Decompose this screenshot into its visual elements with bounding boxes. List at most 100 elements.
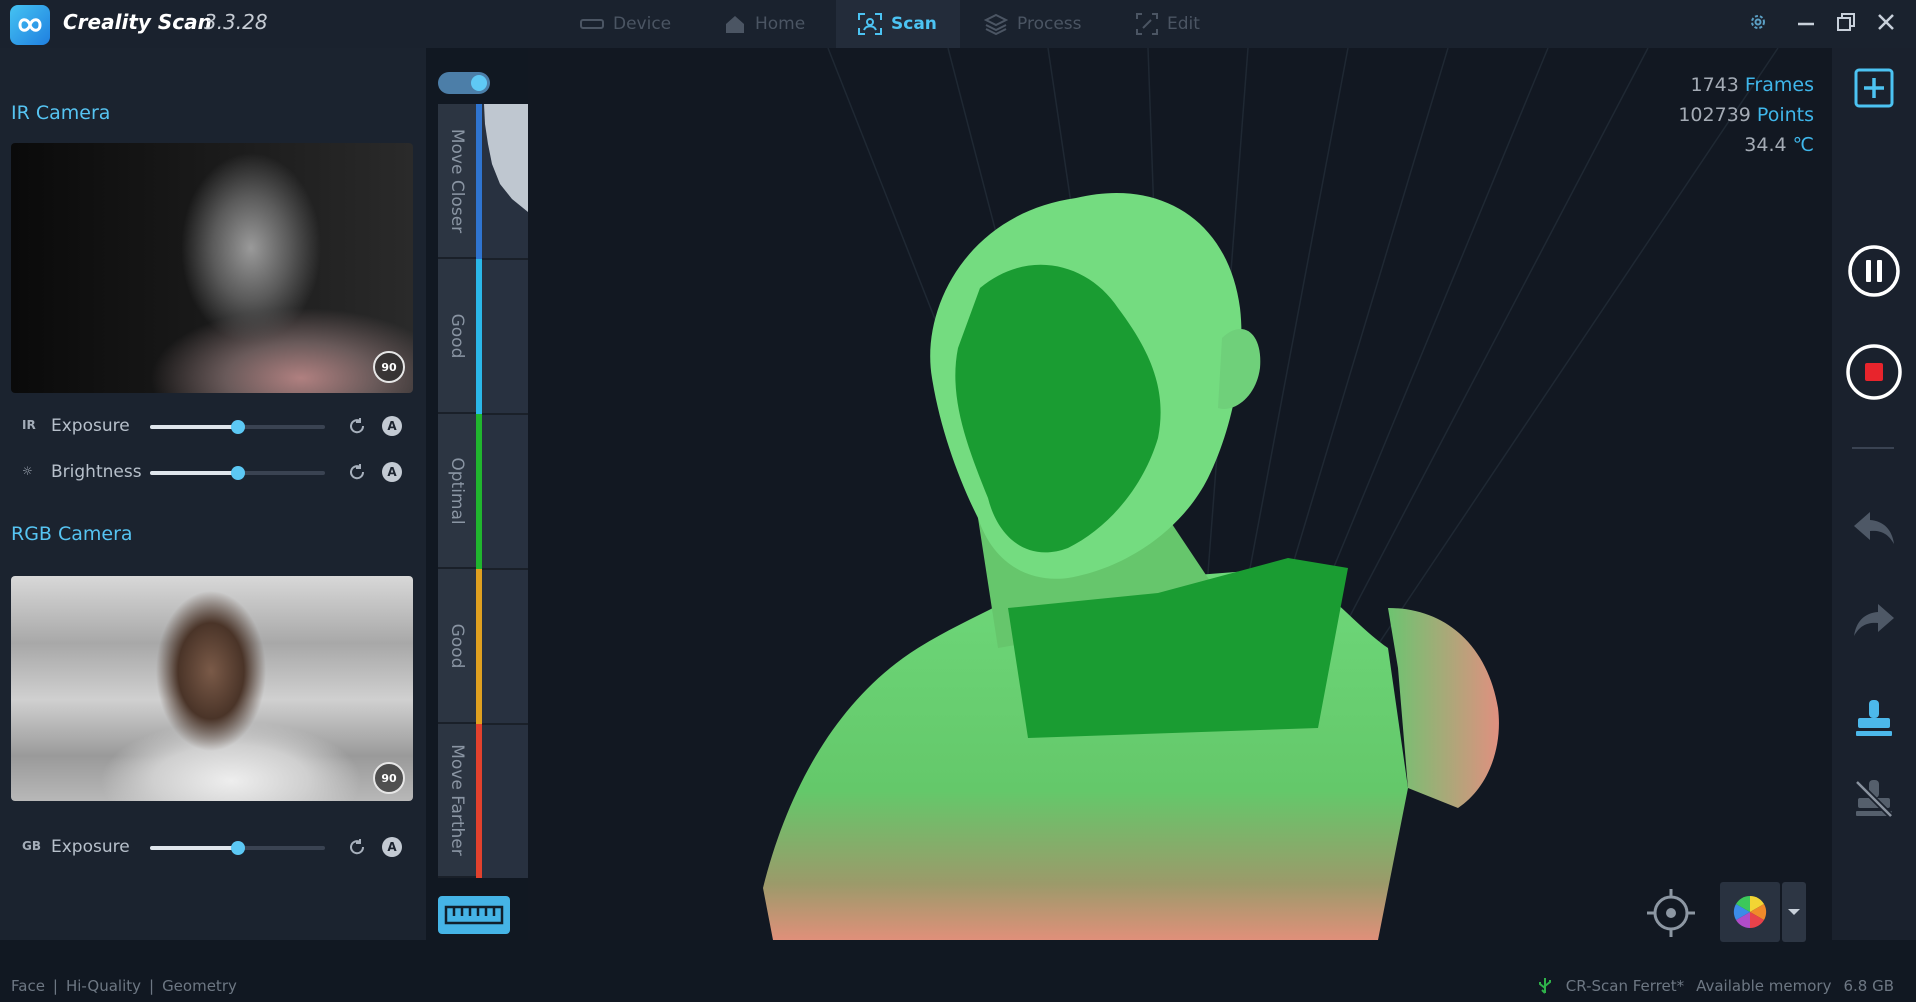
distance-label: Move Closer (447, 128, 467, 233)
rgb-rotate-button[interactable]: 90 (373, 762, 405, 794)
pause-button[interactable] (1847, 244, 1901, 298)
distance-segment-optimal: Optimal (438, 414, 476, 569)
points-value: 102739 (1678, 104, 1751, 126)
tab-process-label: Process (1017, 14, 1082, 34)
distance-indicator: Move Closer Good Optimal Good Move Farth… (438, 104, 528, 878)
tab-edit[interactable]: Edit (1136, 0, 1200, 48)
distance-segment-good-near: Good (438, 259, 476, 414)
frames-label: Frames (1744, 74, 1814, 96)
recenter-button[interactable] (1645, 887, 1697, 943)
minimize-icon (1798, 22, 1814, 26)
scan-viewport[interactable]: 1743 Frames 102739 Points 34.4 ℃ (528, 48, 1832, 940)
rgb-exposure-reset-icon[interactable] (348, 838, 366, 856)
ir-brightness-control: ☼ Brightness A (0, 458, 426, 488)
rgb-camera-title: RGB Camera (11, 523, 133, 545)
points-label: Points (1756, 104, 1814, 126)
close-icon (1878, 14, 1894, 30)
tab-device-label: Device (613, 14, 672, 34)
app-logo (10, 5, 50, 45)
points-stat: 102739 Points (1678, 100, 1814, 130)
clear-mask-button[interactable] (1853, 778, 1895, 820)
minimize-button[interactable] (1792, 8, 1820, 36)
process-icon (984, 13, 1008, 35)
camera-panel: IR Camera 90 IR Exposure A ☼ Brightness … (0, 48, 426, 940)
tab-home-label: Home (755, 14, 806, 34)
scan-toolbar (1832, 48, 1916, 940)
home-icon (726, 16, 744, 33)
stop-button[interactable] (1845, 343, 1903, 401)
new-scan-button[interactable] (1854, 68, 1894, 108)
ir-exposure-control: IR Exposure A (0, 412, 426, 442)
slider-thumb[interactable] (230, 466, 245, 480)
ir-brightness-reset-icon[interactable] (348, 463, 366, 481)
texture-mode: Geometry (162, 977, 237, 995)
distance-label: Optimal (447, 456, 467, 525)
rgb-exposure-auto-button[interactable]: A (382, 837, 402, 857)
ir-rotate-button[interactable]: 90 (373, 351, 405, 383)
ir-camera-title: IR Camera (11, 102, 111, 124)
app-name: Creality Scan (63, 10, 212, 34)
distance-indicator-toggle[interactable] (438, 72, 490, 94)
slider-thumb[interactable] (230, 841, 245, 855)
app-version: 3.3.28 (204, 10, 268, 34)
temperature-stat: 34.4 ℃ (1678, 130, 1814, 160)
ir-brightness-label: Brightness (51, 462, 142, 482)
scan-quality: Hi-Quality (65, 977, 141, 995)
ir-exposure-auto-button[interactable]: A (382, 416, 402, 436)
undo-button[interactable] (1852, 508, 1896, 548)
pause-icon (1848, 245, 1900, 297)
tab-process[interactable]: Process (984, 0, 1082, 48)
scan-mode: Face (11, 977, 45, 995)
ir-exposure-reset-icon[interactable] (348, 417, 366, 435)
edit-icon (1136, 13, 1158, 35)
distance-histogram (482, 104, 528, 878)
device-icon (580, 19, 604, 29)
ruler-icon[interactable] (438, 896, 510, 934)
rgb-exposure-slider[interactable] (150, 841, 325, 855)
slider-thumb[interactable] (230, 420, 245, 434)
close-button[interactable] (1872, 8, 1900, 36)
device-name: CR-Scan Ferret* (1565, 977, 1685, 995)
redo-icon (1854, 604, 1894, 636)
undo-icon (1854, 512, 1894, 544)
chevron-down-icon (1788, 909, 1800, 915)
restore-button[interactable] (1832, 8, 1860, 36)
memory-label: Available memory (1696, 977, 1832, 995)
color-mode-button[interactable] (1720, 882, 1780, 942)
point-cloud-render (763, 48, 1779, 940)
ir-brightness-slider[interactable] (150, 466, 325, 480)
ir-exposure-icon: IR (22, 418, 36, 432)
distance-label: Move Farther (447, 744, 467, 856)
temperature-unit: ℃ (1792, 134, 1814, 156)
frames-value: 1743 (1690, 74, 1739, 96)
title-bar: Creality Scan 3.3.28 Device Home Scan Pr… (0, 0, 1916, 48)
tab-device[interactable]: Device (580, 0, 671, 48)
color-mode-dropdown[interactable] (1782, 882, 1806, 942)
ir-brightness-auto-button[interactable]: A (382, 462, 402, 482)
rgb-exposure-label: Exposure (51, 837, 130, 857)
color-wheel-icon (1733, 895, 1767, 929)
restore-icon (1837, 13, 1855, 31)
distance-segment-move-farther: Move Farther (438, 724, 476, 878)
rgb-camera-view: 90 (11, 576, 413, 801)
tab-home[interactable]: Home (724, 0, 805, 48)
ir-exposure-slider[interactable] (150, 420, 325, 434)
temperature-value: 34.4 (1744, 134, 1787, 156)
tab-scan[interactable]: Scan (836, 0, 960, 48)
ir-exposure-label: Exposure (51, 416, 130, 436)
stamp-off-icon (1854, 779, 1894, 819)
gear-icon (1751, 15, 1765, 29)
tab-scan-label: Scan (891, 14, 937, 34)
add-icon (1854, 68, 1894, 108)
distance-segment-good-far: Good (438, 569, 476, 724)
stop-icon (1846, 344, 1902, 400)
distance-label: Good (447, 623, 467, 668)
brightness-icon: ☼ (22, 464, 33, 478)
redo-button[interactable] (1852, 600, 1896, 640)
crosshair-icon (1647, 889, 1695, 937)
usb-icon (1538, 978, 1551, 994)
settings-button[interactable] (1744, 8, 1772, 36)
mask-brush-button[interactable] (1853, 698, 1895, 740)
rgb-exposure-control: GB Exposure A (0, 833, 426, 863)
scan-icon (858, 13, 882, 35)
